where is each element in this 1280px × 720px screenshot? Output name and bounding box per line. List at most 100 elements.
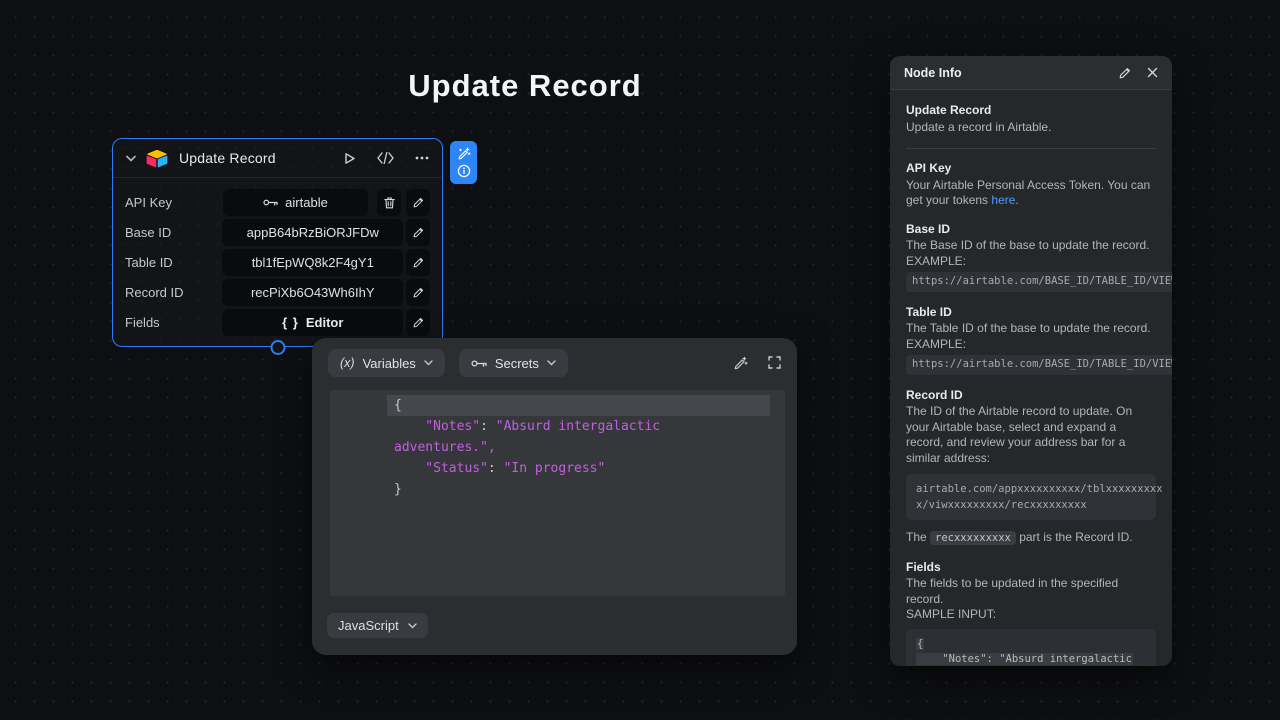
delete-api-key-button[interactable] [377, 189, 401, 216]
row-fields: Fields { } Editor [125, 309, 430, 336]
edit-info-button[interactable] [1119, 67, 1131, 79]
secrets-label: Secrets [495, 356, 539, 371]
rec-chip: recxxxxxxxxx [930, 531, 1016, 545]
edit-api-key-button[interactable] [406, 189, 430, 216]
base-id-section-desc: The Base ID of the base to update the re… [906, 238, 1156, 254]
close-panel-button[interactable] [1147, 67, 1158, 78]
code-line: } [387, 479, 770, 500]
record-id-section-title: Record ID [906, 388, 1156, 404]
record-id-value[interactable]: recPiXb6O43Wh6IhY [222, 279, 403, 306]
pencil-icon [413, 317, 424, 328]
edit-base-id-button[interactable] [406, 219, 430, 246]
pencil-icon [413, 257, 424, 268]
run-node-button[interactable] [344, 152, 356, 165]
edit-table-id-button[interactable] [406, 249, 430, 276]
row-record-id: Record ID recPiXb6O43Wh6IhY [125, 279, 430, 306]
fields-label: Fields [125, 315, 222, 330]
base-id-label: Base ID [125, 225, 222, 240]
section-base-id: Base ID The Base ID of the base to updat… [906, 222, 1156, 292]
chevron-down-icon [424, 360, 433, 366]
code-view-button[interactable] [377, 152, 394, 164]
api-key-label: API Key [125, 195, 223, 210]
example-url-code: https://airtable.com/BASE_ID/TABLE_ID/VI… [906, 355, 1172, 375]
language-dropdown[interactable]: JavaScript [327, 613, 428, 638]
flow-canvas[interactable]: Update Record Update Record [0, 0, 1280, 720]
airtable-logo-icon [146, 149, 168, 168]
api-key-value[interactable]: airtable [223, 189, 368, 216]
table-id-text: tbl1fEpWQ8k2F4gY1 [252, 255, 374, 270]
table-id-value[interactable]: tbl1fEpWQ8k2F4gY1 [222, 249, 403, 276]
editor-toolbar: (x) Variables Secrets [312, 338, 797, 377]
example-label: EXAMPLE: [906, 254, 1156, 270]
chevron-down-icon [408, 623, 417, 629]
record-id-text: recPiXb6O43Wh6IhY [251, 285, 375, 300]
sample-input-code: { "Notes": "Absurd intergalactic adventu… [906, 629, 1156, 667]
fields-section-title: Fields [906, 560, 1156, 576]
sample-code-line: "Notes": "Absurd intergalactic [916, 652, 1146, 667]
node-helper-toolbar [450, 141, 477, 184]
example-url-code: https://airtable.com/BASE_ID/TABLE_ID/VI… [906, 272, 1172, 292]
code-line: "Status": "In progress" [387, 458, 770, 479]
row-table-id: Table ID tbl1fEpWQ8k2F4gY1 [125, 249, 430, 276]
more-options-button[interactable] [415, 156, 429, 160]
fields-editor-text: Editor [306, 315, 344, 330]
code-line: { [387, 395, 770, 416]
pencil-icon [413, 227, 424, 238]
info-button[interactable] [457, 164, 471, 178]
section-record-id: Record ID The ID of the Airtable record … [906, 388, 1156, 547]
api-key-text: airtable [285, 195, 328, 210]
collapse-chevron-icon[interactable] [126, 155, 136, 162]
example-label: EXAMPLE: [906, 337, 1156, 353]
api-key-section-title: API Key [906, 161, 1156, 177]
magic-pencil-icon [733, 356, 748, 371]
pencil-icon [413, 197, 424, 208]
secrets-dropdown[interactable]: Secrets [459, 349, 568, 377]
node-fields: API Key airtable Base ID appB64bRzBiORJF… [113, 178, 442, 348]
overview-description: Update a record in Airtable. [906, 120, 1156, 136]
expand-editor-button[interactable] [768, 356, 781, 371]
update-record-node[interactable]: Update Record API Key airtable [112, 138, 443, 347]
key-icon [471, 359, 487, 368]
node-info-panel: Node Info Update Record Update a record … [890, 56, 1172, 666]
base-id-text: appB64bRzBiORJFDw [247, 225, 379, 240]
row-api-key: API Key airtable [125, 189, 430, 216]
edit-fields-button[interactable] [406, 309, 430, 336]
record-id-label: Record ID [125, 285, 222, 300]
output-connector-handle[interactable] [270, 340, 285, 355]
variables-label: Variables [363, 356, 416, 371]
code-line: adventures.", [387, 437, 770, 458]
table-id-label: Table ID [125, 255, 222, 270]
ai-edit-button[interactable] [457, 147, 471, 161]
sample-input-label: SAMPLE INPUT: [906, 607, 1156, 623]
fields-code-editor-panel: (x) Variables Secrets { "Notes": "Abs [312, 338, 797, 655]
table-id-section-desc: The Table ID of the base to update the r… [906, 321, 1156, 337]
node-header: Update Record [113, 139, 442, 178]
magic-pencil-icon [457, 147, 471, 161]
variables-dropdown[interactable]: (x) Variables [328, 349, 445, 377]
address-example-code: airtable.com/appxxxxxxxxxx/tblxxxxxxxxx … [906, 474, 1156, 520]
node-info-header: Node Info [890, 56, 1172, 90]
key-icon [263, 198, 278, 207]
section-table-id: Table ID The Table ID of the base to upd… [906, 305, 1156, 375]
node-info-title: Node Info [904, 66, 1103, 80]
fields-section-desc: The fields to be updated in the specifie… [906, 576, 1156, 607]
variables-glyph: (x) [340, 356, 355, 370]
code-input[interactable]: { "Notes": "Absurd intergalactic adventu… [330, 390, 785, 596]
api-key-section-desc: Your Airtable Personal Access Token. You… [906, 178, 1156, 209]
fullscreen-icon [768, 356, 781, 369]
row-base-id: Base ID appB64bRzBiORJFDw [125, 219, 430, 246]
divider [906, 148, 1156, 149]
pencil-icon [1119, 67, 1131, 79]
close-icon [1147, 67, 1158, 78]
tokens-link[interactable]: here [991, 193, 1015, 207]
record-id-note: The recxxxxxxxxx part is the Record ID. [906, 530, 1156, 547]
edit-record-id-button[interactable] [406, 279, 430, 306]
section-fields: Fields The fields to be updated in the s… [906, 560, 1156, 667]
record-id-section-desc: The ID of the Airtable record to update.… [906, 404, 1156, 466]
fields-editor-button[interactable]: { } Editor [222, 309, 403, 336]
ai-generate-button[interactable] [733, 356, 748, 371]
braces-icon: { } [282, 315, 299, 330]
base-id-value[interactable]: appB64bRzBiORJFDw [222, 219, 403, 246]
pencil-icon [413, 287, 424, 298]
code-line: "Notes": "Absurd intergalactic [387, 416, 770, 437]
